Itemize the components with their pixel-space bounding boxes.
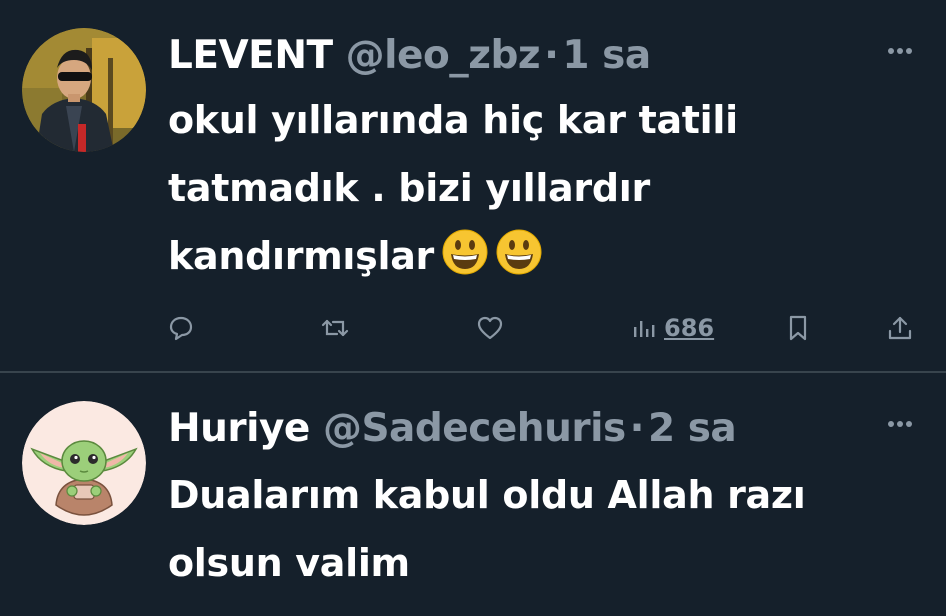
retweet-button[interactable] — [320, 306, 350, 350]
grinning-face-icon — [496, 229, 542, 275]
like-button[interactable] — [476, 306, 504, 350]
user-handle[interactable]: @Sadecehuris — [323, 406, 626, 451]
tweet[interactable]: LEVENT @leo_zbz · 1 sa okul yıllarında hiç… — [0, 0, 946, 372]
views-count[interactable]: 686 — [664, 314, 714, 342]
tweet-text: okul yıllarında hiç kar tatili tatmadık … — [168, 86, 868, 290]
tweet-header: Huriye @Sadecehuris · 2 sa — [168, 403, 856, 455]
retweet-icon — [321, 319, 349, 337]
reply-button[interactable] — [168, 306, 194, 350]
speech-bubble-icon — [169, 316, 193, 341]
timeline: LEVENT @leo_zbz · 1 sa okul yıllarında hiç… — [0, 0, 946, 616]
bookmark-icon — [789, 315, 807, 341]
tweet-text-content: Dualarım kabul oldu Allah razı olsun val… — [168, 473, 806, 585]
more-options-icon[interactable] — [880, 415, 920, 435]
tweet[interactable]: Huriye @Sadecehuris · 2 sa Dualarım kabul … — [0, 373, 946, 616]
tweet-actions: 686 — [0, 306, 946, 350]
avatar-illustration — [22, 401, 146, 525]
share-upload-icon — [888, 316, 912, 340]
separator-dot: · — [629, 406, 645, 451]
tweet-header: LEVENT @leo_zbz · 1 sa — [168, 30, 856, 82]
separator-dot: · — [544, 33, 559, 78]
display-name[interactable]: Huriye — [168, 406, 310, 451]
display-name[interactable]: LEVENT — [168, 33, 333, 78]
more-options-icon[interactable] — [880, 42, 920, 62]
heart-icon — [477, 316, 503, 340]
timestamp[interactable]: 1 sa — [562, 33, 651, 78]
avatar[interactable] — [22, 401, 146, 525]
avatar[interactable] — [22, 28, 146, 152]
tweet-text: Dualarım kabul oldu Allah razı olsun val… — [168, 461, 908, 597]
views-button[interactable]: 686 — [632, 306, 714, 350]
avatar-photo — [22, 28, 146, 152]
bookmark-button[interactable] — [786, 306, 810, 350]
user-handle[interactable]: @leo_zbz — [346, 33, 541, 78]
bar-chart-icon — [634, 321, 655, 337]
share-button[interactable] — [886, 306, 914, 350]
timestamp[interactable]: 2 sa — [648, 406, 737, 451]
grinning-face-icon — [442, 229, 488, 275]
